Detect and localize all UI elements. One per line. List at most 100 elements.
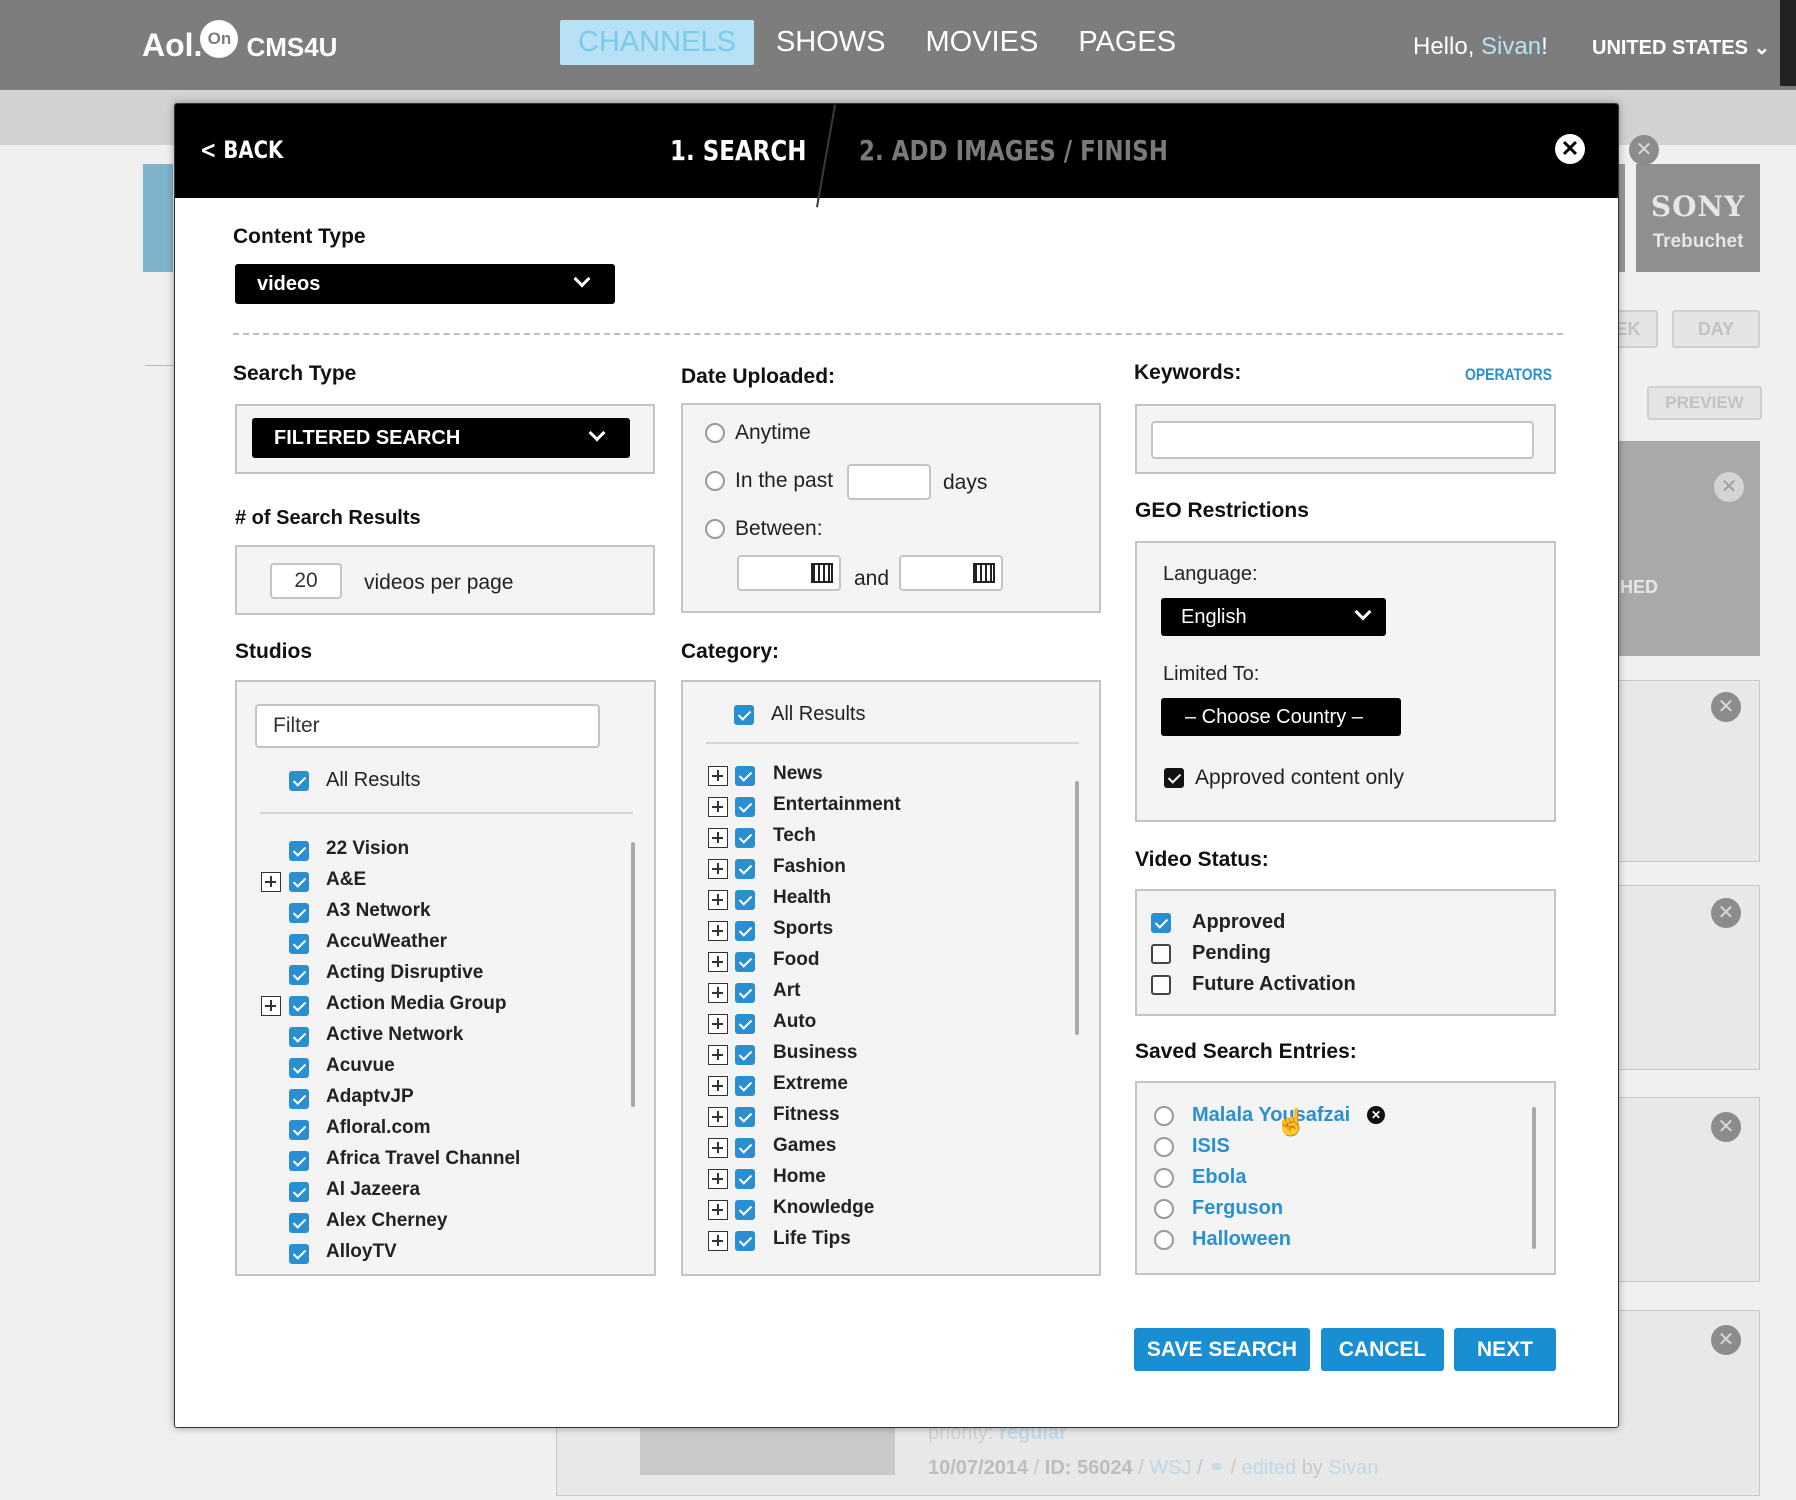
expand-plus-icon[interactable] xyxy=(708,859,728,879)
saved-radio[interactable] xyxy=(1154,1137,1174,1157)
back-button[interactable]: < BACK xyxy=(200,136,283,164)
category-checkbox[interactable] xyxy=(735,921,755,941)
saved-scrollbar[interactable] xyxy=(1532,1107,1536,1249)
category-checkbox[interactable] xyxy=(735,828,755,848)
studio-checkbox[interactable] xyxy=(289,872,309,892)
nav-movies[interactable]: MOVIES xyxy=(908,20,1057,65)
category-checkbox[interactable] xyxy=(735,766,755,786)
expand-plus-icon[interactable] xyxy=(708,1014,728,1034)
keywords-input[interactable] xyxy=(1151,421,1534,459)
expand-plus-icon[interactable] xyxy=(708,952,728,972)
expand-plus-icon[interactable] xyxy=(708,983,728,1003)
saved-radio[interactable] xyxy=(1154,1230,1174,1250)
cancel-button[interactable]: CANCEL xyxy=(1321,1328,1444,1371)
studio-checkbox[interactable] xyxy=(289,1151,309,1171)
date-from-input[interactable] xyxy=(737,555,841,591)
status-future-checkbox[interactable] xyxy=(1151,975,1171,995)
calendar-icon[interactable] xyxy=(811,563,833,583)
nav-channels[interactable]: CHANNELS xyxy=(560,20,754,65)
expand-plus-icon[interactable] xyxy=(708,766,728,786)
expand-plus-icon[interactable] xyxy=(708,1045,728,1065)
expand-plus-icon[interactable] xyxy=(708,921,728,941)
expand-plus-icon[interactable] xyxy=(708,890,728,910)
anytime-label: Anytime xyxy=(735,421,811,444)
saved-entry-link[interactable]: Malala Yousafzai xyxy=(1192,1104,1350,1127)
close-icon[interactable]: ✕ xyxy=(1555,134,1585,164)
next-button[interactable]: NEXT xyxy=(1454,1328,1556,1371)
category-checkbox[interactable] xyxy=(735,1138,755,1158)
nav-pages[interactable]: PAGES xyxy=(1060,20,1194,65)
category-checkbox[interactable] xyxy=(735,1231,755,1251)
nav-shows[interactable]: SHOWS xyxy=(758,20,904,65)
remove-entry-icon[interactable]: ✕ xyxy=(1367,1106,1385,1124)
expand-plus-icon[interactable] xyxy=(261,872,281,892)
category-checkbox[interactable] xyxy=(735,1014,755,1034)
country-select[interactable]: – Choose Country – xyxy=(1161,698,1401,736)
expand-plus-icon[interactable] xyxy=(261,996,281,1016)
studio-checkbox[interactable] xyxy=(289,1089,309,1109)
expand-plus-icon[interactable] xyxy=(708,828,728,848)
saved-entry-link[interactable]: Ebola xyxy=(1192,1166,1246,1189)
category-checkbox[interactable] xyxy=(735,1107,755,1127)
studio-checkbox[interactable] xyxy=(289,965,309,985)
studio-checkbox[interactable] xyxy=(289,1027,309,1047)
step-search[interactable]: 1. SEARCH xyxy=(670,134,806,167)
studios-filter-input[interactable]: Filter xyxy=(255,704,600,748)
aol-logo[interactable]: Aol. On CMS4U xyxy=(142,20,337,64)
studios-all-checkbox[interactable] xyxy=(289,771,309,791)
region-select[interactable]: UNITED STATES ⌄ xyxy=(1592,35,1770,60)
saved-radio[interactable] xyxy=(1154,1106,1174,1126)
saved-radio[interactable] xyxy=(1154,1168,1174,1188)
category-checkbox[interactable] xyxy=(735,1045,755,1065)
save-search-button[interactable]: SAVE SEARCH xyxy=(1134,1328,1310,1371)
radio-anytime[interactable] xyxy=(705,423,725,443)
user-link[interactable]: Sivan xyxy=(1481,33,1541,60)
category-checkbox[interactable] xyxy=(735,859,755,879)
studio-checkbox[interactable] xyxy=(289,996,309,1016)
expand-plus-icon[interactable] xyxy=(708,1169,728,1189)
studio-checkbox[interactable] xyxy=(289,1244,309,1264)
category-checkbox[interactable] xyxy=(735,890,755,910)
category-checkbox[interactable] xyxy=(735,1169,755,1189)
calendar-icon[interactable] xyxy=(973,563,995,583)
studio-checkbox[interactable] xyxy=(289,934,309,954)
saved-radio[interactable] xyxy=(1154,1199,1174,1219)
status-approved-checkbox[interactable] xyxy=(1151,913,1171,933)
language-select[interactable]: English xyxy=(1161,598,1386,636)
date-to-input[interactable] xyxy=(899,555,1003,591)
results-per-page-input[interactable]: 20 xyxy=(270,563,342,599)
saved-entry-link[interactable]: Halloween xyxy=(1192,1228,1291,1251)
category-scrollbar[interactable] xyxy=(1075,781,1079,1035)
radio-between[interactable] xyxy=(705,519,725,539)
operators-link[interactable]: OPERATORS xyxy=(1465,365,1552,385)
expand-plus-icon[interactable] xyxy=(708,1076,728,1096)
approved-only-checkbox[interactable] xyxy=(1164,768,1184,788)
content-type-select[interactable]: videos xyxy=(235,264,615,304)
category-checkbox[interactable] xyxy=(735,1200,755,1220)
category-all-checkbox[interactable] xyxy=(734,705,754,725)
search-type-select[interactable]: FILTERED SEARCH xyxy=(252,418,630,458)
days-input[interactable] xyxy=(847,464,931,500)
expand-plus-icon[interactable] xyxy=(708,1107,728,1127)
page-scrollbar[interactable] xyxy=(1780,0,1796,86)
expand-plus-icon[interactable] xyxy=(708,1138,728,1158)
studio-checkbox[interactable] xyxy=(289,1120,309,1140)
category-checkbox[interactable] xyxy=(735,952,755,972)
status-pending-checkbox[interactable] xyxy=(1151,944,1171,964)
expand-plus-icon[interactable] xyxy=(708,1200,728,1220)
category-checkbox[interactable] xyxy=(735,797,755,817)
expand-plus-icon[interactable] xyxy=(708,1231,728,1251)
saved-entry-link[interactable]: Ferguson xyxy=(1192,1197,1283,1220)
studio-checkbox[interactable] xyxy=(289,1213,309,1233)
studio-checkbox[interactable] xyxy=(289,841,309,861)
radio-in-the-past[interactable] xyxy=(705,471,725,491)
saved-entry-link[interactable]: ISIS xyxy=(1192,1135,1230,1158)
expand-plus-icon[interactable] xyxy=(708,797,728,817)
step-add-images[interactable]: 2. ADD IMAGES / FINISH xyxy=(859,134,1168,167)
studio-checkbox[interactable] xyxy=(289,1182,309,1202)
studios-scrollbar[interactable] xyxy=(631,842,635,1107)
studio-checkbox[interactable] xyxy=(289,903,309,923)
category-checkbox[interactable] xyxy=(735,1076,755,1096)
category-checkbox[interactable] xyxy=(735,983,755,1003)
studio-checkbox[interactable] xyxy=(289,1058,309,1078)
